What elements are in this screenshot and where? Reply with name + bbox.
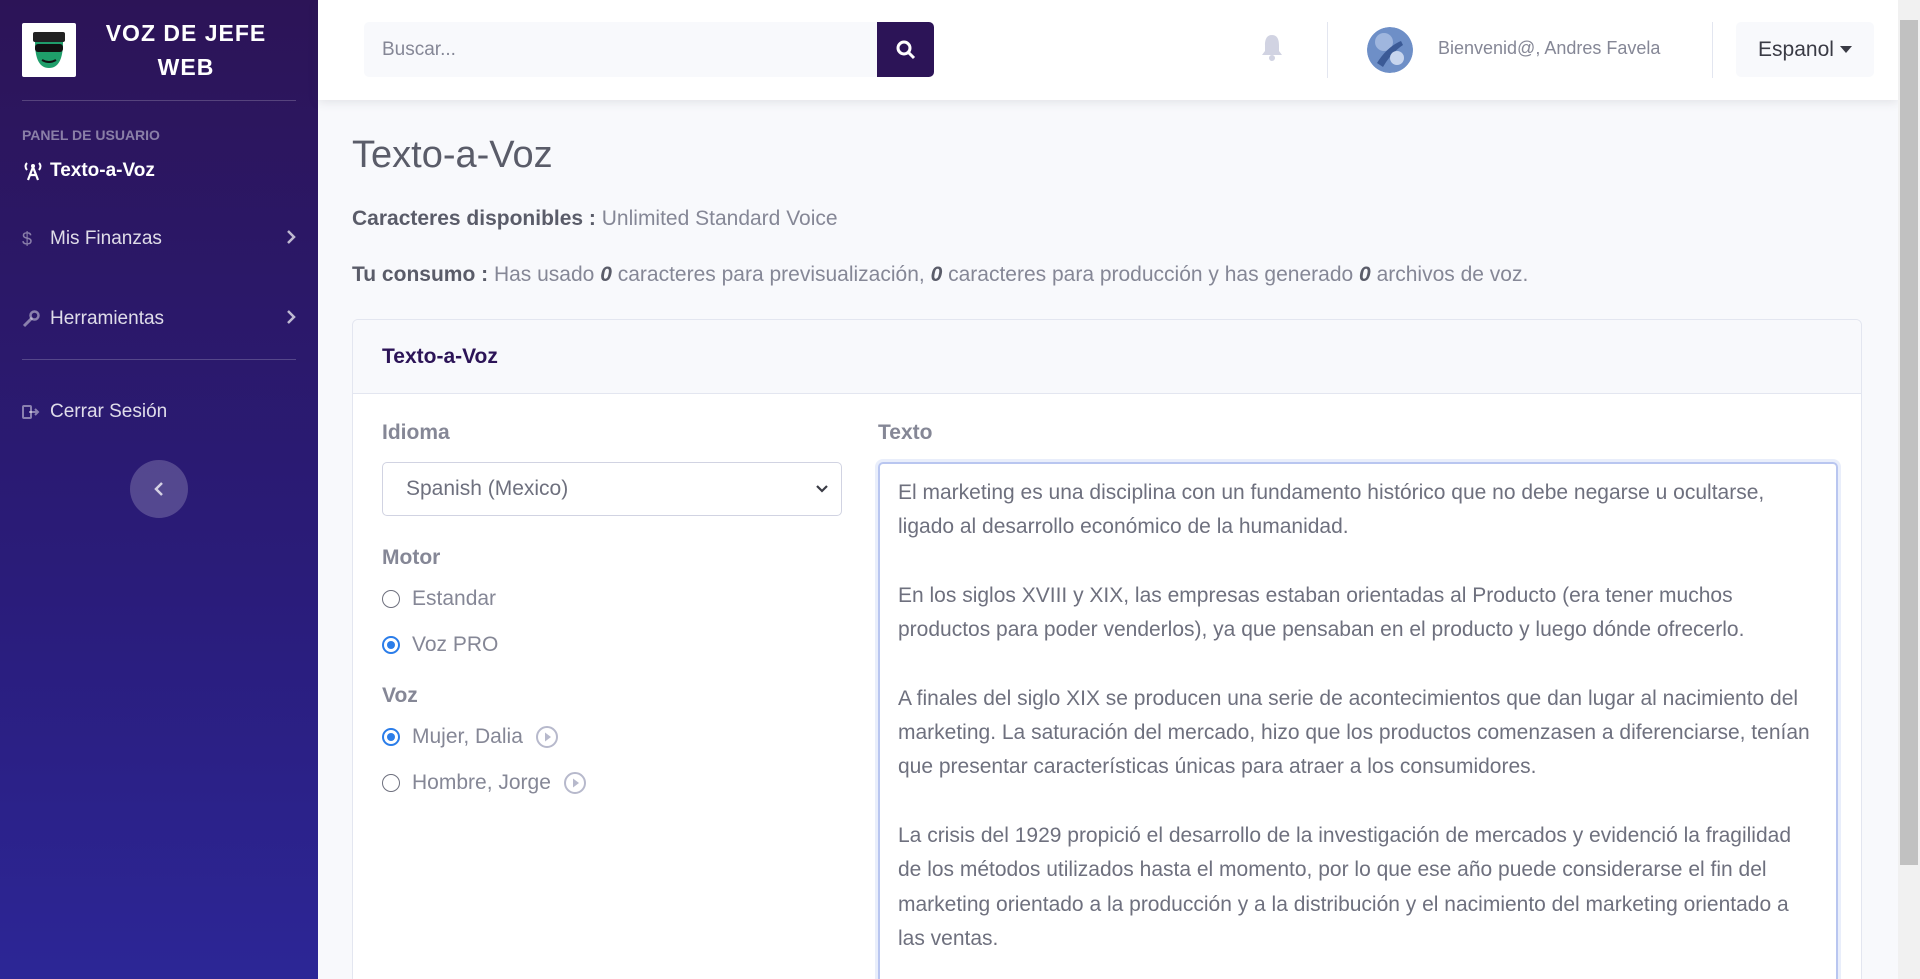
chevron-left-icon bbox=[154, 482, 163, 496]
sidebar-heading: PANEL DE USUARIO bbox=[22, 127, 160, 143]
sign-out-icon bbox=[22, 404, 50, 420]
chevron-right-icon bbox=[286, 309, 296, 330]
language-select-value: Spanish (Mexico) bbox=[406, 477, 569, 500]
tts-card: Texto-a-Voz Idioma Spanish (Mexico) Moto… bbox=[352, 319, 1862, 979]
sidebar-item-texto-a-voz[interactable]: Texto-a-Voz bbox=[0, 143, 318, 199]
play-icon[interactable] bbox=[563, 771, 587, 795]
search-input[interactable] bbox=[364, 22, 877, 77]
engine-option-voz-pro[interactable]: Voz PRO bbox=[382, 622, 842, 668]
preview-count: 0 bbox=[600, 263, 612, 286]
sidebar-item-mis-finanzas[interactable]: $ Mis Finanzas bbox=[0, 199, 318, 279]
search-button[interactable] bbox=[877, 22, 934, 77]
dollar-icon: $ bbox=[22, 228, 33, 249]
broadcast-icon bbox=[22, 161, 50, 181]
logout-label: Cerrar Sesión bbox=[50, 401, 168, 422]
brand-title: VOZ DE JEFE WEB bbox=[105, 20, 267, 80]
voice-option-dalia[interactable]: Mujer, Dalia bbox=[382, 714, 842, 760]
available-label: Caracteres disponibles : bbox=[352, 207, 596, 230]
usage-text: caracteres para previsualización, bbox=[617, 263, 925, 286]
avatar[interactable] bbox=[1367, 27, 1413, 73]
search-icon bbox=[896, 40, 915, 59]
sidebar-item-label: Mis Finanzas bbox=[50, 228, 162, 249]
sidebar-toggle-button[interactable] bbox=[130, 460, 188, 518]
voice-option-label: Hombre, Jorge bbox=[412, 771, 551, 794]
play-icon[interactable] bbox=[535, 725, 559, 749]
voice-label: Voz bbox=[382, 684, 418, 707]
engine-label: Motor bbox=[382, 546, 441, 569]
radio-button-selected[interactable] bbox=[382, 636, 400, 654]
engine-option-label: Estandar bbox=[412, 587, 497, 610]
search-form bbox=[364, 22, 934, 77]
sidebar-divider bbox=[22, 359, 296, 360]
text-paragraph: En los siglos XVIII y XIX, las empresas … bbox=[898, 583, 1745, 642]
production-count: 0 bbox=[930, 263, 943, 286]
sidebar: VOZ DE JEFE WEB PANEL DE USUARIO Texto-a… bbox=[0, 0, 318, 979]
chevron-down-icon bbox=[816, 485, 828, 493]
available-characters: Caracteres disponibles : Unlimited Stand… bbox=[352, 207, 1862, 231]
engine-option-label: Voz PRO bbox=[412, 633, 499, 656]
text-column: Texto El marketing es una disciplina con… bbox=[878, 421, 1838, 979]
sidebar-item-label: Herramientas bbox=[50, 308, 165, 329]
voice-options: Mujer, Dalia Hombre, Jorge bbox=[382, 714, 842, 806]
mascot-logo bbox=[22, 23, 76, 77]
usage-text: archivos de voz. bbox=[1376, 263, 1529, 286]
sidebar-item-label: Texto-a-Voz bbox=[50, 160, 155, 181]
topbar-divider bbox=[1327, 22, 1328, 78]
wrench-icon bbox=[22, 310, 50, 328]
topbar-divider bbox=[1712, 22, 1713, 78]
usage-info: Tu consumo : Has usado 0 caracteres para… bbox=[352, 263, 1862, 287]
options-column: Idioma Spanish (Mexico) Motor Estandar V… bbox=[382, 421, 842, 806]
language-select[interactable]: Spanish (Mexico) bbox=[382, 462, 842, 516]
usage-label: Tu consumo : bbox=[352, 263, 489, 286]
engine-option-estandar[interactable]: Estandar bbox=[382, 576, 842, 622]
logout-link[interactable]: Cerrar Sesión bbox=[0, 382, 318, 442]
text-paragraph: La crisis del 1929 propició el desarroll… bbox=[898, 823, 1792, 950]
text-input-area[interactable]: El marketing es una disciplina con un fu… bbox=[878, 462, 1838, 979]
language-label: Espanol bbox=[1758, 37, 1834, 61]
chevron-right-icon bbox=[286, 229, 296, 250]
files-count: 0 bbox=[1359, 263, 1371, 286]
radio-button-selected[interactable] bbox=[382, 728, 400, 746]
page-title: Texto-a-Voz bbox=[352, 134, 553, 176]
available-value: Unlimited Standard Voice bbox=[601, 207, 838, 230]
card-title: Texto-a-Voz bbox=[353, 320, 1861, 394]
bell-icon bbox=[1262, 35, 1282, 61]
usage-text: caracteres para producción y has generad… bbox=[948, 263, 1354, 286]
usage-text: Has usado bbox=[493, 263, 595, 286]
caret-down-icon bbox=[1839, 46, 1852, 53]
text-paragraph: El marketing es una disciplina con un fu… bbox=[898, 481, 1765, 539]
scrollbar-thumb[interactable] bbox=[1900, 20, 1918, 865]
sidebar-item-herramientas[interactable]: Herramientas bbox=[0, 279, 318, 359]
welcome-text[interactable]: Bienvenid@, Andres Favela bbox=[1438, 38, 1660, 59]
radio-button[interactable] bbox=[382, 774, 400, 792]
text-field-label: Texto bbox=[878, 421, 933, 444]
voice-option-jorge[interactable]: Hombre, Jorge bbox=[382, 760, 842, 806]
brand[interactable]: VOZ DE JEFE WEB bbox=[0, 0, 318, 100]
language-field-label: Idioma bbox=[382, 421, 450, 444]
voice-option-label: Mujer, Dalia bbox=[412, 725, 523, 748]
main-content: Texto-a-Voz Caracteres disponibles : Unl… bbox=[352, 100, 1862, 979]
radio-button[interactable] bbox=[382, 590, 400, 608]
language-dropdown[interactable]: Espanol bbox=[1736, 22, 1874, 77]
notifications-bell[interactable] bbox=[1260, 33, 1284, 66]
topbar: Bienvenid@, Andres Favela Espanol bbox=[318, 0, 1898, 100]
text-paragraph: A finales del siglo XIX se producen una … bbox=[898, 686, 1810, 779]
engine-options: Estandar Voz PRO bbox=[382, 576, 842, 668]
